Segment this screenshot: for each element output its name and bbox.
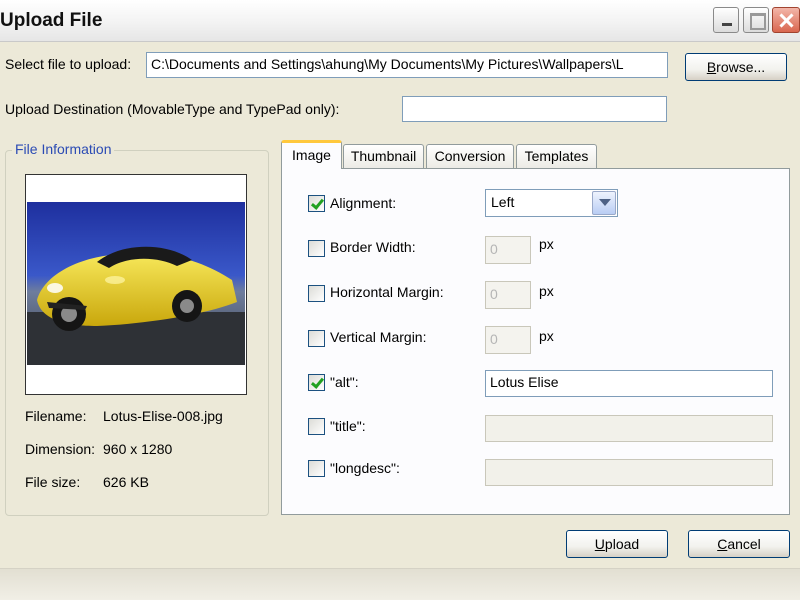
file-size-value: 626 KB [103, 474, 149, 490]
select-file-label: Select file to upload: [5, 56, 132, 72]
title-bar[interactable]: Upload File [0, 0, 800, 42]
border-width-unit: px [539, 236, 554, 252]
filename-label: Filename: [25, 408, 87, 424]
cancel-label: ancel [727, 536, 761, 552]
tab-thumbnail[interactable]: Thumbnail [343, 144, 424, 168]
maximize-icon[interactable] [743, 7, 769, 33]
vertical-margin-checkbox[interactable] [308, 330, 325, 347]
tab-conversion[interactable]: Conversion [426, 144, 514, 168]
upload-accelerator: U [594, 536, 605, 552]
alt-input[interactable]: Lotus Elise [485, 370, 773, 397]
dimension-value: 960 x 1280 [103, 441, 173, 457]
vertical-margin-label: Vertical Margin: [330, 329, 427, 345]
cancel-accelerator: C [717, 536, 728, 552]
vertical-margin-input[interactable]: 0 [485, 326, 531, 354]
browse-label: rowse... [716, 59, 766, 75]
alignment-checkbox[interactable] [308, 195, 325, 212]
horizontal-margin-checkbox[interactable] [308, 285, 325, 302]
longdesc-label: "longdesc": [330, 460, 400, 476]
horizontal-margin-unit: px [539, 283, 554, 299]
longdesc-input[interactable] [485, 459, 773, 486]
horizontal-margin-label: Horizontal Margin: [330, 284, 444, 300]
image-preview [25, 174, 247, 395]
title-checkbox[interactable] [308, 418, 325, 435]
file-size-label: File size: [25, 474, 81, 490]
title-label: "title": [330, 418, 366, 434]
minimize-icon[interactable] [713, 7, 739, 33]
upload-destination-input[interactable] [402, 96, 667, 122]
alt-checkbox[interactable] [308, 374, 325, 391]
border-width-input[interactable]: 0 [485, 236, 531, 264]
filename-value: Lotus-Elise-008.jpg [103, 408, 223, 424]
vertical-margin-unit: px [539, 328, 554, 344]
browse-accelerator: B [706, 59, 717, 75]
dialog-bottom-edge [0, 568, 800, 600]
file-information-legend: File Information [12, 141, 115, 157]
upload-file-dialog: Upload File Select file to upload: C:\Do… [0, 0, 800, 600]
alignment-label: Alignment: [330, 195, 397, 211]
upload-destination-label: Upload Destination (MovableType and Type… [5, 101, 340, 117]
upload-label: pload [604, 536, 640, 552]
browse-button[interactable]: Browse... [685, 53, 787, 81]
close-icon[interactable] [772, 7, 800, 33]
longdesc-checkbox[interactable] [308, 460, 325, 477]
tab-image[interactable]: Image [281, 140, 342, 169]
tab-templates[interactable]: Templates [516, 144, 597, 168]
border-width-checkbox[interactable] [308, 240, 325, 257]
car-photo [27, 202, 245, 365]
file-path-input[interactable]: C:\Documents and Settings\ahung\My Docum… [146, 52, 668, 78]
title-input[interactable] [485, 415, 773, 442]
chevron-down-icon[interactable] [592, 191, 616, 215]
border-width-label: Border Width: [330, 239, 416, 255]
alt-label: "alt": [330, 374, 359, 390]
window-title: Upload File [0, 10, 103, 31]
upload-button[interactable]: Upload [566, 530, 668, 558]
cancel-button[interactable]: Cancel [688, 530, 790, 558]
dimension-label: Dimension: [25, 441, 96, 457]
horizontal-margin-input[interactable]: 0 [485, 281, 531, 309]
